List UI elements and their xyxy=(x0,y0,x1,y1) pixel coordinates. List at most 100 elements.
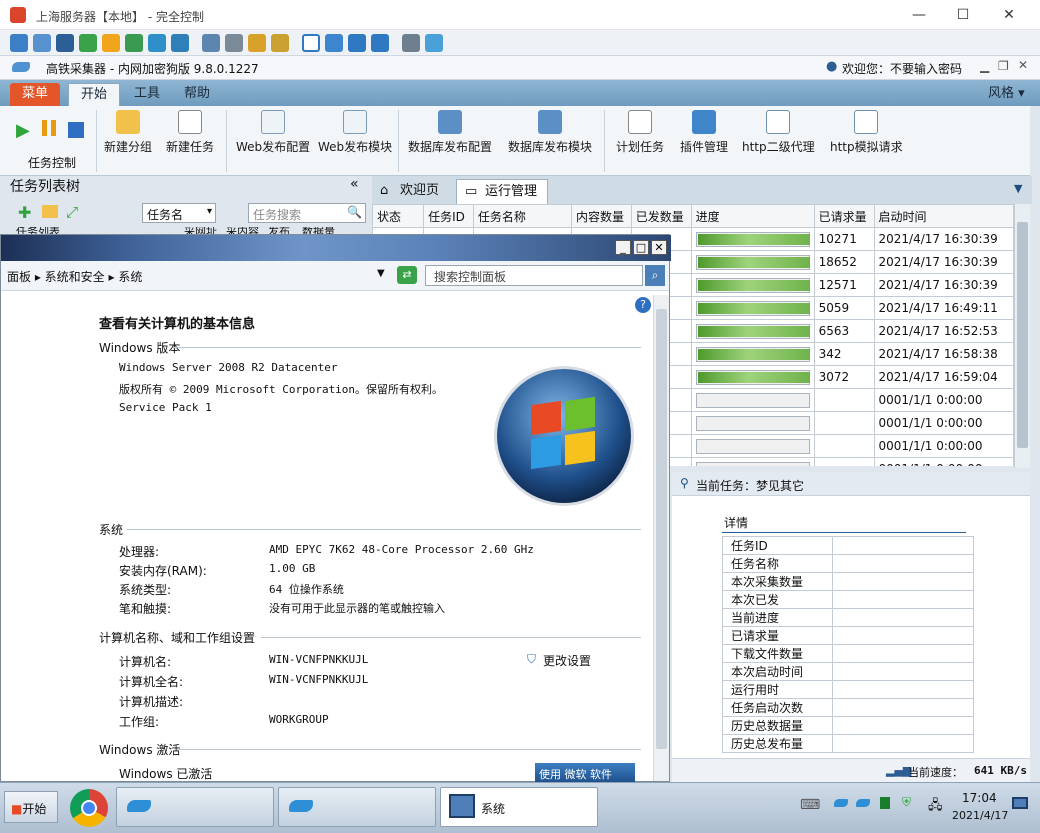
close-button[interactable]: ✕ xyxy=(994,5,1024,25)
sys-maximize-button[interactable]: □ xyxy=(633,240,649,255)
tab-menu[interactable]: 菜单 xyxy=(10,83,61,106)
db-publish-module-button[interactable]: 数据库发布模块 xyxy=(508,110,592,155)
lock-icon[interactable] xyxy=(248,34,266,52)
scale-icon[interactable] xyxy=(348,34,366,52)
filter-select[interactable]: 任务名 ▾ xyxy=(142,203,216,223)
show-desktop-icon[interactable] xyxy=(1012,797,1028,809)
tab-welcome[interactable]: ⌂ 欢迎页 xyxy=(372,179,449,204)
info-value: WIN-VCNFPNKKUJL xyxy=(269,673,369,686)
style-menu[interactable]: 风格 ▾ xyxy=(976,83,1037,106)
help-icon[interactable]: ? xyxy=(635,297,651,313)
grid-scrollbar-thumb[interactable] xyxy=(1017,222,1028,448)
tools-icon[interactable] xyxy=(425,34,443,52)
task-tree-header: 任务列表树 « xyxy=(10,176,370,198)
genuine-software-badge[interactable]: 使用 微软 软件 xyxy=(535,763,635,783)
tray-collector-icon[interactable] xyxy=(834,799,848,807)
sys-minimize-button[interactable]: _ xyxy=(615,240,631,255)
http-proxy-button[interactable]: http二级代理 xyxy=(742,110,815,155)
add-icon[interactable]: ✚ xyxy=(18,203,31,222)
terminal-icon[interactable] xyxy=(56,34,74,52)
fit-screen-icon[interactable] xyxy=(325,34,343,52)
new-task-button[interactable]: 新建任务 xyxy=(166,110,214,155)
detail-label: 本次启动时间 xyxy=(722,662,833,681)
phone-icon[interactable] xyxy=(148,34,166,52)
expand-icon[interactable]: ⤢ xyxy=(66,203,78,221)
taskbar-app-2[interactable] xyxy=(278,787,436,827)
screen-icon[interactable] xyxy=(10,34,28,52)
message-icon[interactable] xyxy=(171,34,189,52)
tray-network-icon[interactable]: 🖧 xyxy=(928,796,943,818)
detail-row: 历史总发布量 xyxy=(722,734,974,753)
maximize-button[interactable]: ☐ xyxy=(948,5,978,25)
tab-start[interactable]: 开始 xyxy=(68,83,121,106)
app-name: 高铁采集器 - 内网加密狗版 9.8.0.1227 xyxy=(46,62,259,76)
progress-bar xyxy=(695,323,810,339)
detail-label: 任务名称 xyxy=(722,554,833,573)
search-icon[interactable]: ⌕ xyxy=(645,265,665,286)
transfer-icon[interactable] xyxy=(79,34,97,52)
unlock-icon[interactable] xyxy=(271,34,289,52)
keyboard-icon[interactable]: ⌨ xyxy=(800,797,820,813)
minimize-button[interactable]: — xyxy=(904,5,934,25)
new-group-button[interactable]: 新建分组 xyxy=(104,110,152,155)
taskbar-app-1[interactable] xyxy=(116,787,274,827)
tab-help[interactable]: 帮助 xyxy=(172,83,222,106)
taskbar-system-window[interactable]: 系统 xyxy=(440,787,598,827)
copy-icon[interactable] xyxy=(402,34,420,52)
control-panel-search-input[interactable]: 搜索控制面板 xyxy=(425,265,643,286)
network-icon[interactable] xyxy=(225,34,243,52)
start-button[interactable]: ■开始 xyxy=(4,791,58,823)
web-publish-module-button[interactable]: Web发布模块 xyxy=(318,110,392,155)
fullscreen-icon[interactable] xyxy=(302,34,320,52)
col-content-count[interactable]: 内容数量 xyxy=(570,204,632,228)
chat-icon[interactable] xyxy=(125,34,143,52)
app-minimize-button[interactable]: ▁ xyxy=(980,59,989,73)
progress-bar xyxy=(695,415,810,431)
task-search-input[interactable]: 任务搜索 🔍 xyxy=(248,203,366,223)
scheduled-task-button[interactable]: 计划任务 xyxy=(616,110,664,155)
multi-screen-icon[interactable] xyxy=(371,34,389,52)
info-label: 安装内存(RAM): xyxy=(119,564,207,578)
stop-icon[interactable] xyxy=(68,122,84,138)
info-value: 1.00 GB xyxy=(269,562,316,575)
col-published-count[interactable]: 已发数量 xyxy=(630,204,692,228)
clock-date[interactable]: 2021/4/17 xyxy=(952,809,1008,822)
app-close-button[interactable]: ✕ xyxy=(1018,58,1028,72)
tray-collector-icon-2[interactable] xyxy=(856,799,870,807)
clock-time[interactable]: 17:04 xyxy=(962,791,997,805)
col-start-time[interactable]: 启动时间 xyxy=(873,204,1014,228)
detail-value xyxy=(832,680,974,699)
col-task-name[interactable]: 任务名称 xyxy=(472,204,572,228)
col-task-id[interactable]: 任务ID xyxy=(423,204,474,228)
collapse-button[interactable]: « xyxy=(350,176,359,192)
grid-scrollbar[interactable] xyxy=(1014,204,1030,468)
play-icon[interactable]: ▶ xyxy=(16,120,30,141)
alert-icon[interactable] xyxy=(102,34,120,52)
http-request-button[interactable]: http模拟请求 xyxy=(830,110,903,155)
breadcrumb[interactable]: 面板 ▸ 系统和安全 ▸ 系统 xyxy=(7,268,142,285)
system-scrollbar[interactable] xyxy=(653,295,669,781)
change-settings-link[interactable]: 更改设置 xyxy=(543,652,591,669)
refresh-icon[interactable]: ⇄ xyxy=(397,266,417,284)
col-status[interactable]: 状态 xyxy=(372,204,425,228)
app-restore-button[interactable]: ❐ xyxy=(998,59,1009,73)
tray-status-icon[interactable] xyxy=(880,797,890,809)
chrome-icon[interactable] xyxy=(70,789,108,827)
folder-add-icon[interactable] xyxy=(42,205,58,218)
col-requested[interactable]: 已请求量 xyxy=(813,204,875,228)
requested-cell: 3072 xyxy=(813,365,875,389)
sys-close-button[interactable]: ✕ xyxy=(651,240,667,255)
address-dropdown-icon[interactable]: ▼ xyxy=(377,268,385,279)
pause-icon[interactable] xyxy=(42,120,56,136)
tab-tools[interactable]: 工具 xyxy=(122,83,172,106)
col-progress[interactable]: 进度 xyxy=(690,204,815,228)
window-icon[interactable] xyxy=(33,34,51,52)
tab-run-management[interactable]: ▭ 运行管理 xyxy=(456,179,549,204)
system-scrollbar-thumb[interactable] xyxy=(656,309,667,749)
tab-dropdown-icon[interactable]: ▼ xyxy=(1014,182,1022,195)
upload-icon[interactable] xyxy=(202,34,220,52)
web-publish-config-button[interactable]: Web发布配置 xyxy=(236,110,310,155)
tray-shield-icon[interactable]: ⛨ xyxy=(902,795,911,810)
plugin-manager-button[interactable]: 插件管理 xyxy=(680,110,728,155)
db-publish-config-button[interactable]: 数据库发布配置 xyxy=(408,110,492,155)
